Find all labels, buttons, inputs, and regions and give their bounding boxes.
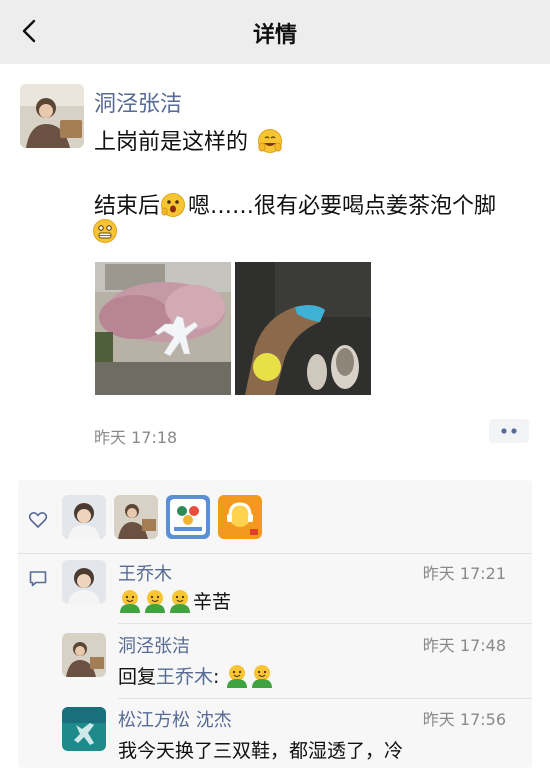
comment-text-1-body: 辛苦 (193, 591, 232, 613)
more-dots-icon (501, 428, 517, 434)
hug-emoji-icon (252, 665, 273, 688)
post-photo-1[interactable] (95, 262, 231, 395)
liker-avatar-1[interactable] (62, 495, 106, 539)
comment-time-2: 昨天 17:48 (422, 636, 506, 655)
post-text-2b: 嗯……很有必要喝点姜茶泡个脚 (188, 194, 497, 219)
post-text-line-2: 结束后 嗯……很有必要喝点姜茶泡个脚 (94, 188, 496, 220)
comment-icon (29, 571, 47, 587)
comment-text-2: 回复王乔木: (118, 662, 275, 689)
liker-avatar-4[interactable] (218, 495, 262, 539)
comment-author-2[interactable]: 洞泾张洁 (118, 632, 190, 658)
reply-prefix: 回复 (118, 666, 157, 688)
interactions-panel: 王乔木 昨天 17:21 辛苦 洞泾张洁 昨天 17:48 回复王乔木: 松江方… (18, 480, 532, 768)
comment-time-1: 昨天 17:21 (422, 564, 506, 583)
post-text-line-1: 上岗前是这样的 (94, 124, 283, 156)
hug-emoji-icon (227, 665, 248, 688)
comment-avatar-1[interactable] (62, 560, 106, 604)
post-photo-2[interactable] (235, 262, 371, 395)
comment-text-1: 辛苦 (118, 587, 231, 614)
post-text: 上岗前是这样的 (94, 130, 249, 155)
hug-emoji-icon (170, 590, 190, 613)
more-actions-button[interactable] (489, 419, 529, 443)
comment-text-3: 我今天换了三双鞋，都湿透了，冷 (118, 740, 404, 762)
hug-emoji-icon (145, 590, 165, 613)
reply-target-name[interactable]: 王乔木 (156, 666, 213, 688)
heart-icon (28, 512, 48, 528)
author-avatar[interactable] (20, 84, 84, 148)
reply-suffix: : (213, 666, 220, 688)
page-title: 详情 (252, 23, 297, 48)
comment-time-3: 昨天 17:56 (422, 710, 506, 729)
post-timestamp: 昨天 17:18 (94, 428, 178, 447)
grimacing-face-emoji-icon (93, 219, 117, 243)
comment-avatar-3[interactable] (62, 707, 106, 751)
smiling-face-emoji-icon (258, 129, 283, 153)
post-text-line-3 (92, 218, 118, 245)
liker-avatar-3[interactable] (166, 495, 210, 539)
nav-bar: 详情 (0, 0, 550, 64)
shocked-face-emoji-icon (161, 193, 186, 217)
comment-author-3[interactable]: 松江方松 沈杰 (118, 706, 232, 732)
comment-avatar-2[interactable] (62, 633, 106, 677)
hug-emoji-icon (120, 590, 140, 613)
comment-author-1[interactable]: 王乔木 (118, 560, 172, 586)
likes-divider (18, 553, 532, 554)
comment-divider (118, 623, 532, 624)
liker-avatar-2[interactable] (114, 495, 158, 539)
post-author-name[interactable]: 洞泾张洁 (94, 86, 182, 118)
comment-divider (118, 698, 532, 699)
post-text-2: 结束后 (94, 194, 161, 219)
